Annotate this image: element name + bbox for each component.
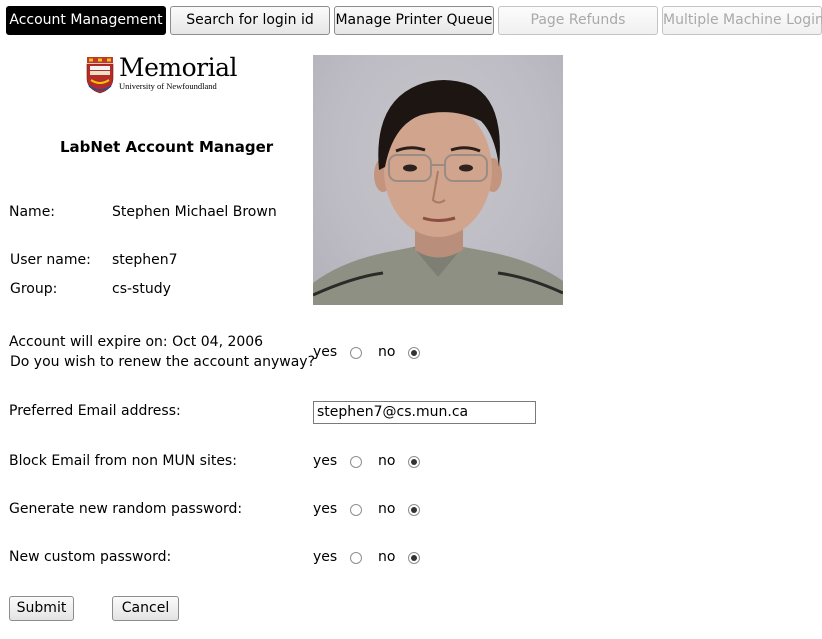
renew-yes-label: yes	[313, 344, 338, 360]
random-password-yes-label: yes	[313, 501, 338, 517]
block-email-label: Block Email from non MUN sites:	[9, 453, 237, 469]
tab-account-management[interactable]: Account Management	[6, 6, 166, 35]
random-password-label: Generate new random password:	[9, 501, 243, 517]
random-password-no-label: no	[378, 501, 396, 517]
username-value: stephen7	[112, 252, 178, 268]
random-password-no-radio[interactable]	[408, 504, 420, 516]
block-email-yes-label: yes	[313, 453, 338, 469]
page-title: LabNet Account Manager	[60, 138, 274, 156]
email-label: Preferred Email address:	[9, 403, 181, 419]
renew-no-label: no	[378, 344, 396, 360]
cancel-button[interactable]: Cancel	[112, 596, 179, 621]
custom-password-yes-radio[interactable]	[350, 552, 362, 564]
logo-subtitle: University of Newfoundland	[119, 81, 217, 91]
email-field[interactable]: stephen7@cs.mun.ca	[313, 401, 536, 424]
logo-wordmark: Memorial	[119, 53, 238, 82]
custom-password-no-radio[interactable]	[408, 552, 420, 564]
random-password-yes-radio[interactable]	[350, 504, 362, 516]
expire-notice: Account will expire on: Oct 04, 2006	[9, 334, 264, 350]
custom-password-no-label: no	[378, 549, 396, 565]
block-email-no-label: no	[378, 453, 396, 469]
name-label: Name:	[9, 204, 56, 220]
renew-yes-radio[interactable]	[350, 347, 362, 359]
tab-manage-printer-queue[interactable]: Manage Printer Queue	[334, 6, 494, 35]
custom-password-yes-label: yes	[313, 549, 338, 565]
tab-multiple-machine-login[interactable]: Multiple Machine Login	[662, 6, 822, 35]
submit-button[interactable]: Submit	[9, 596, 74, 621]
tab-search-login-id[interactable]: Search for login id	[170, 6, 330, 35]
group-value: cs-study	[112, 281, 171, 297]
user-photo	[313, 55, 563, 305]
name-value: Stephen Michael Brown	[112, 204, 277, 220]
portrait-image	[313, 80, 563, 305]
block-email-yes-radio[interactable]	[350, 456, 362, 468]
custom-password-label: New custom password:	[9, 549, 172, 565]
renew-no-radio[interactable]	[408, 347, 420, 359]
renew-question: Do you wish to renew the account anyway?	[10, 354, 316, 370]
tab-page-refunds[interactable]: Page Refunds	[498, 6, 658, 35]
block-email-no-radio[interactable]	[408, 456, 420, 468]
university-logo: Memorial University of Newfoundland	[86, 53, 238, 95]
university-crest-icon	[86, 57, 114, 94]
group-label: Group:	[10, 281, 58, 297]
username-label: User name:	[10, 252, 91, 268]
